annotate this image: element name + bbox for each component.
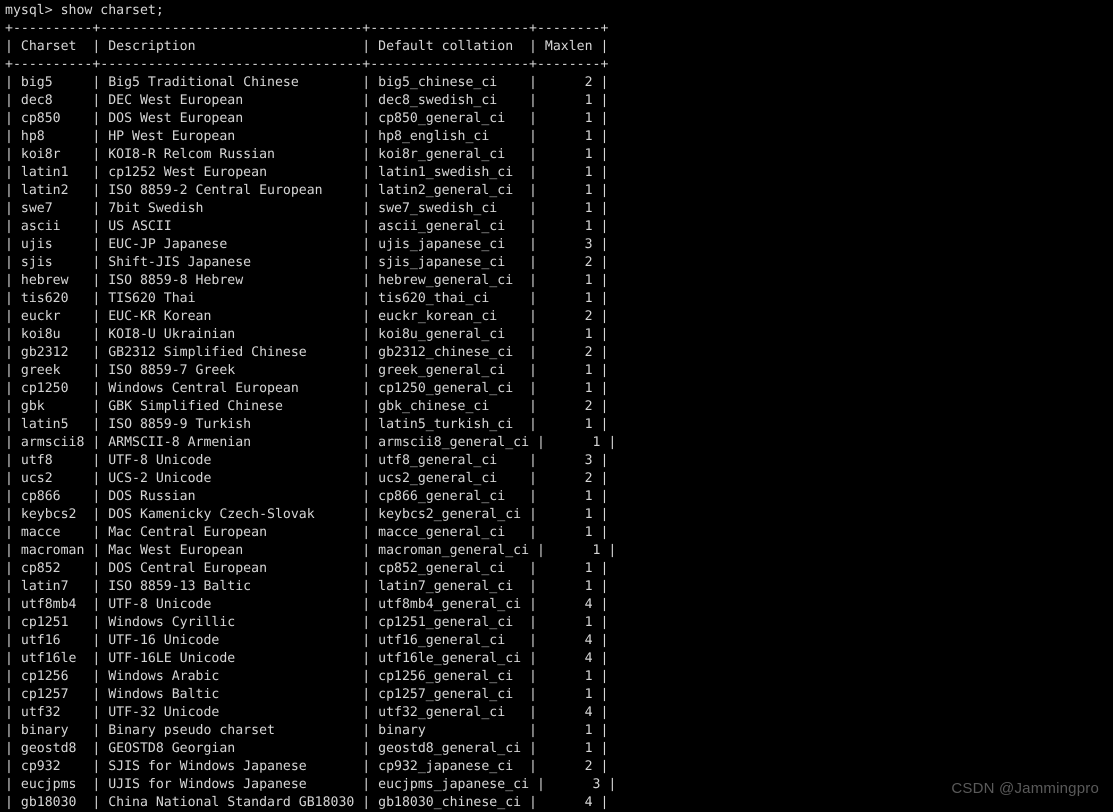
mysql-console-output: mysql> show charset; +----------+-------… (5, 3, 617, 810)
terminal-window[interactable]: mysql> show charset; +----------+-------… (0, 0, 1113, 811)
csdn-watermark: CSDN @Jammingpro (951, 780, 1099, 797)
